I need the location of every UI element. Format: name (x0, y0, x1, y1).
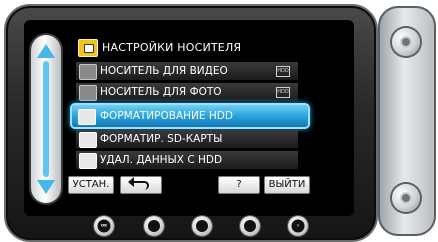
hardware-button-2[interactable] (144, 216, 164, 236)
set-button[interactable]: УСТАН. (68, 176, 114, 194)
menu-item-label: УДАЛ. ДАННЫХ С HDD (100, 154, 223, 166)
hinge-cap-top (392, 28, 420, 56)
button-dot-icon (196, 220, 208, 232)
screw-icon (402, 38, 410, 46)
menu-item-label: НОСИТЕЛЬ ДЛЯ ФОТО (100, 86, 222, 98)
help-button[interactable]: ? (218, 176, 260, 194)
hardware-button-4[interactable] (240, 216, 260, 236)
media-settings-icon (78, 39, 98, 57)
menu-item-photo-media[interactable]: НОСИТЕЛЬ ДЛЯ ФОТО HDD (76, 83, 298, 101)
info-button[interactable]: i (288, 216, 308, 236)
lcd-hinge (378, 6, 436, 236)
photo-camera-icon (79, 85, 97, 101)
menu-item-label: НОСИТЕЛЬ ДЛЯ ВИДЕО (100, 65, 228, 77)
scroll-track[interactable] (43, 61, 49, 177)
bottom-button-bar: УСТАН. ? ВЫЙТИ (68, 176, 354, 194)
ok-button[interactable]: OK (94, 216, 114, 236)
hdd-badge: HDD (276, 66, 290, 77)
sd-format-icon (79, 132, 97, 148)
scroll-down-arrow-icon[interactable] (37, 180, 55, 194)
scroll-slider[interactable] (31, 35, 61, 203)
screw-icon (402, 194, 410, 202)
button-dot-icon (244, 220, 256, 232)
media-settings-menu: НАСТРОЙКИ НОСИТЕЛЯ НОСИТЕЛЬ ДЛЯ ВИДЕО HD… (72, 38, 308, 188)
lcd-screen: НАСТРОЙКИ НОСИТЕЛЯ НОСИТЕЛЬ ДЛЯ ВИДЕО HD… (24, 20, 354, 216)
hdd-delete-icon (79, 153, 97, 169)
info-label: i (291, 219, 305, 233)
menu-item-video-media[interactable]: НОСИТЕЛЬ ДЛЯ ВИДЕО HDD (76, 62, 298, 80)
physical-button-row: OK i (24, 216, 354, 238)
menu-item-delete-hdd-data[interactable]: УДАЛ. ДАННЫХ С HDD (76, 151, 298, 169)
camcorder-device: НАСТРОЙКИ НОСИТЕЛЯ НОСИТЕЛЬ ДЛЯ ВИДЕО HD… (0, 0, 438, 242)
menu-item-label: ФОРМАТИР. SD-КАРТЫ (100, 133, 223, 145)
menu-item-label: ФОРМАТИРОВАНИЕ HDD (100, 110, 233, 122)
hardware-button-3[interactable] (192, 216, 212, 236)
menu-title-text: НАСТРОЙКИ НОСИТЕЛЯ (102, 41, 242, 54)
hinge-cap-bottom (392, 184, 420, 212)
button-dot-icon (148, 220, 160, 232)
exit-button[interactable]: ВЫЙТИ (264, 176, 310, 194)
menu-item-format-sd[interactable]: ФОРМАТИР. SD-КАРТЫ (76, 130, 298, 148)
scroll-up-arrow-icon[interactable] (37, 44, 55, 58)
hdd-format-icon (78, 109, 96, 125)
menu-item-format-hdd[interactable]: ФОРМАТИРОВАНИЕ HDD (72, 105, 308, 127)
back-arrow-icon (128, 177, 149, 190)
video-camera-icon (79, 64, 97, 80)
back-button[interactable] (120, 176, 162, 194)
menu-title: НАСТРОЙКИ НОСИТЕЛЯ (76, 38, 308, 58)
hdd-badge: HDD (276, 87, 290, 98)
ok-label: OK (97, 219, 111, 233)
